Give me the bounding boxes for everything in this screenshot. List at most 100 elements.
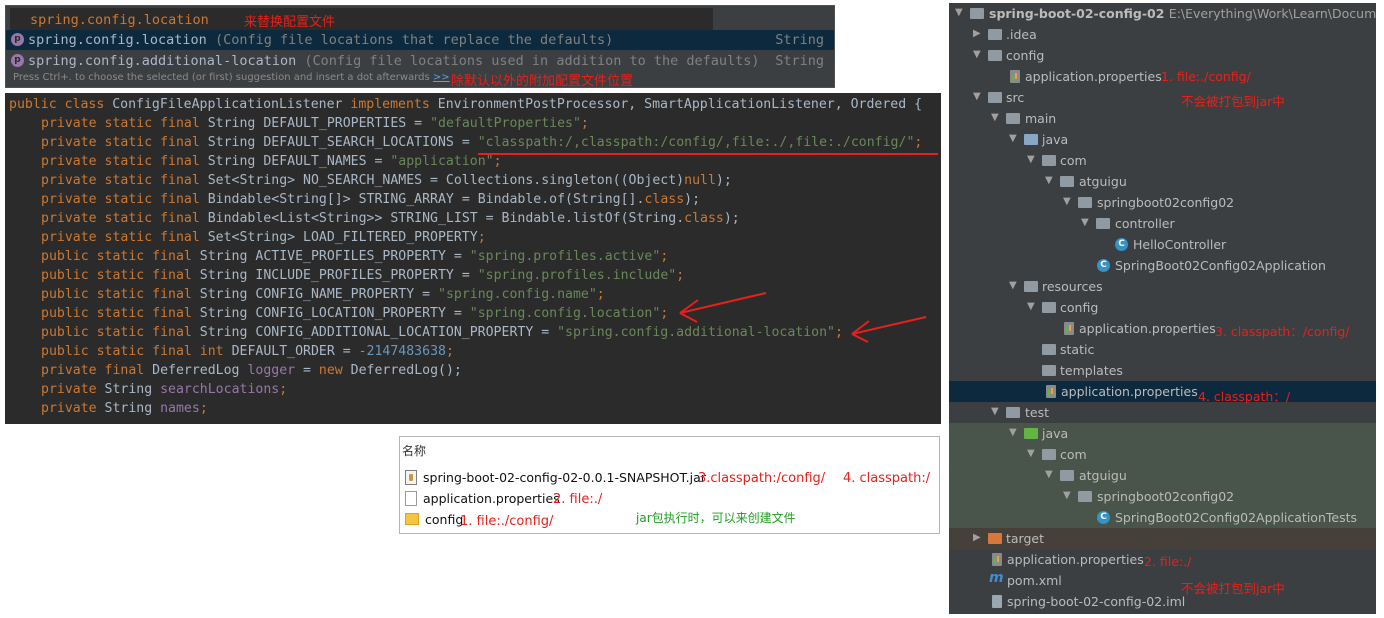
tree-node-res-config[interactable]: ▼ config [949,297,1376,318]
node-label: java [1042,426,1069,441]
code-line: private static final String DEFAULT_PROP… [41,116,589,131]
tree-node-java[interactable]: ▼ java [949,129,1376,150]
code-editor[interactable]: public class ConfigFileApplicationListen… [5,93,941,424]
node-label: springboot02config02 [1097,195,1235,210]
node-label: pom.xml [1007,573,1062,588]
code-line: private String searchLocations; [41,382,288,397]
file-item-properties[interactable]: application.properties [405,491,560,511]
properties-file-icon [1064,322,1074,335]
tree-node-tests-class[interactable]: C SpringBoot02Config02ApplicationTests [949,507,1376,528]
code-line: public class ConfigFileApplicationListen… [9,97,923,112]
tree-node-iml[interactable]: spring-boot-02-config-02.iml [949,591,1376,612]
module-file-icon [992,595,1002,608]
node-label: application.properties [1007,552,1144,567]
tree-node-idea[interactable]: ▶ .idea [949,24,1376,45]
class-icon: C [1097,511,1110,524]
tree-node-test[interactable]: ▼ test [949,402,1376,423]
properties-file-icon [992,553,1002,566]
tree-node-test-package[interactable]: ▼ springboot02config02 [949,486,1376,507]
tree-node-res-config-properties[interactable]: application.properties 3. classpath：/conf… [949,318,1376,339]
folder-icon [1006,407,1020,418]
tree-node-root-properties[interactable]: application.properties 2. file:./ [949,549,1376,570]
tree-node-config[interactable]: ▼ config [949,45,1376,66]
node-label: src [1006,90,1025,105]
file-item-config-folder[interactable]: config [405,512,463,532]
tree-node-pom[interactable]: m pom.xml [949,570,1376,591]
tree-node-root[interactable]: ▼ spring-boot-02-config-02 E:\Everything\… [949,3,1376,24]
node-label: SpringBoot02Config02ApplicationTests [1115,510,1357,525]
file-item-jar[interactable]: spring-boot-02-config-02-0.0.1-SNAPSHOT.… [405,470,706,490]
hint-annotation: 除默认以外的附加配置文件位置 [451,74,634,89]
tree-node-templates[interactable]: templates [949,360,1376,381]
package-icon [1096,218,1110,229]
properties-file-icon [1046,385,1056,398]
typed-annotation: 来替换配置文件 [244,15,336,30]
folder-icon [988,29,1002,40]
tree-node-atguigu[interactable]: ▼ atguigu [949,171,1376,192]
package-icon [1042,449,1056,460]
code-line: private static final Bindable<List<Strin… [41,211,740,226]
hint-link[interactable]: >> [433,72,450,83]
node-label: com [1060,447,1087,462]
tree-node-package[interactable]: ▼ springboot02config02 [949,192,1376,213]
suggestion-item[interactable]: p spring.config.additional-location (Con… [6,51,834,71]
jar-file-icon [405,470,417,485]
code-line: public static final String ACTIVE_PROFIL… [41,249,669,264]
node-label: main [1025,111,1057,126]
tree-node-application-class[interactable]: C SpringBoot02Config02Application [949,255,1376,276]
node-label: config [1060,300,1099,315]
tree-node-src[interactable]: ▼ src [949,87,1376,108]
module-folder-icon [970,8,984,19]
tree-node-test-java[interactable]: ▼ java [949,423,1376,444]
popup-hint-text: Press Ctrl+. to choose the selected (or … [13,72,430,83]
file-explorer-list: 名称 spring-boot-02-config-02-0.0.1-SNAPSH… [399,436,940,534]
tree-node-static[interactable]: static [949,339,1376,360]
classpath-config-annotation: 3. classpath：/config/ [1215,324,1350,339]
tree-node-resources[interactable]: ▼ resources [949,276,1376,297]
property-icon: p [11,33,24,46]
tree-node-test-com[interactable]: ▼ com [949,444,1376,465]
suggestion-name: spring.config.location [28,32,207,48]
properties-annotation: 2. file:./ [553,492,603,507]
suggestion-type: String [775,32,824,48]
tree-node-res-properties[interactable]: application.properties 4. classpath：/ [949,381,1376,404]
tree-node-test-atguigu[interactable]: ▼ atguigu [949,465,1376,486]
node-label: HelloController [1133,237,1227,252]
tree-node-com[interactable]: ▼ com [949,150,1376,171]
folder-icon [1006,113,1020,124]
tree-node-config-properties[interactable]: application.properties 1. file:./config/ [949,66,1376,87]
file-name: application.properties [423,491,560,506]
tree-node-controller[interactable]: ▼ controller [949,213,1376,234]
folder-icon [1042,365,1056,376]
node-label: application.properties [1061,384,1198,399]
property-icon: p [11,54,24,67]
source-folder-icon [1024,134,1038,145]
file-name: spring-boot-02-config-02-0.0.1-SNAPSHOT.… [423,470,706,485]
code-line: private final DeferredLog logger = new D… [41,363,462,378]
tree-node-main[interactable]: ▼ main [949,108,1376,129]
folder-icon [988,50,1002,61]
typed-text-field[interactable]: spring.config.location [10,8,713,30]
class-icon: C [1115,238,1128,251]
tree-node-target[interactable]: ▶ target [949,528,1376,549]
code-line: public static final String CONFIG_ADDITI… [41,325,843,340]
jar-execution-note: jar包执行时，可以来创建文件 [636,511,796,525]
node-label: .idea [1006,27,1037,42]
test-folder-icon [1024,428,1038,439]
code-line: private static final Bindable<String[]> … [41,192,701,207]
properties-file-icon [1010,70,1020,83]
resources-folder-icon [1024,281,1038,292]
node-label: spring-boot-02-config-02.iml [1007,594,1186,609]
code-line: private static final String DEFAULT_NAME… [41,154,502,169]
suggestion-name: spring.config.additional-location [28,53,297,69]
popup-hint: Press Ctrl+. to choose the selected (or … [13,72,450,83]
project-tree: ▼ spring-boot-02-config-02 E:\Everything\… [949,3,1376,614]
suggestion-item[interactable]: p spring.config.location (Config file lo… [6,30,834,50]
tree-node-hellocontroller[interactable]: C HelloController [949,234,1376,255]
code-line: private static final Set<String> NO_SEAR… [41,173,732,188]
package-icon [1078,491,1092,502]
folder-icon [988,92,1002,103]
column-header-name[interactable]: 名称 [402,442,426,459]
node-label: springboot02config02 [1097,489,1235,504]
node-label: atguigu [1079,174,1127,189]
